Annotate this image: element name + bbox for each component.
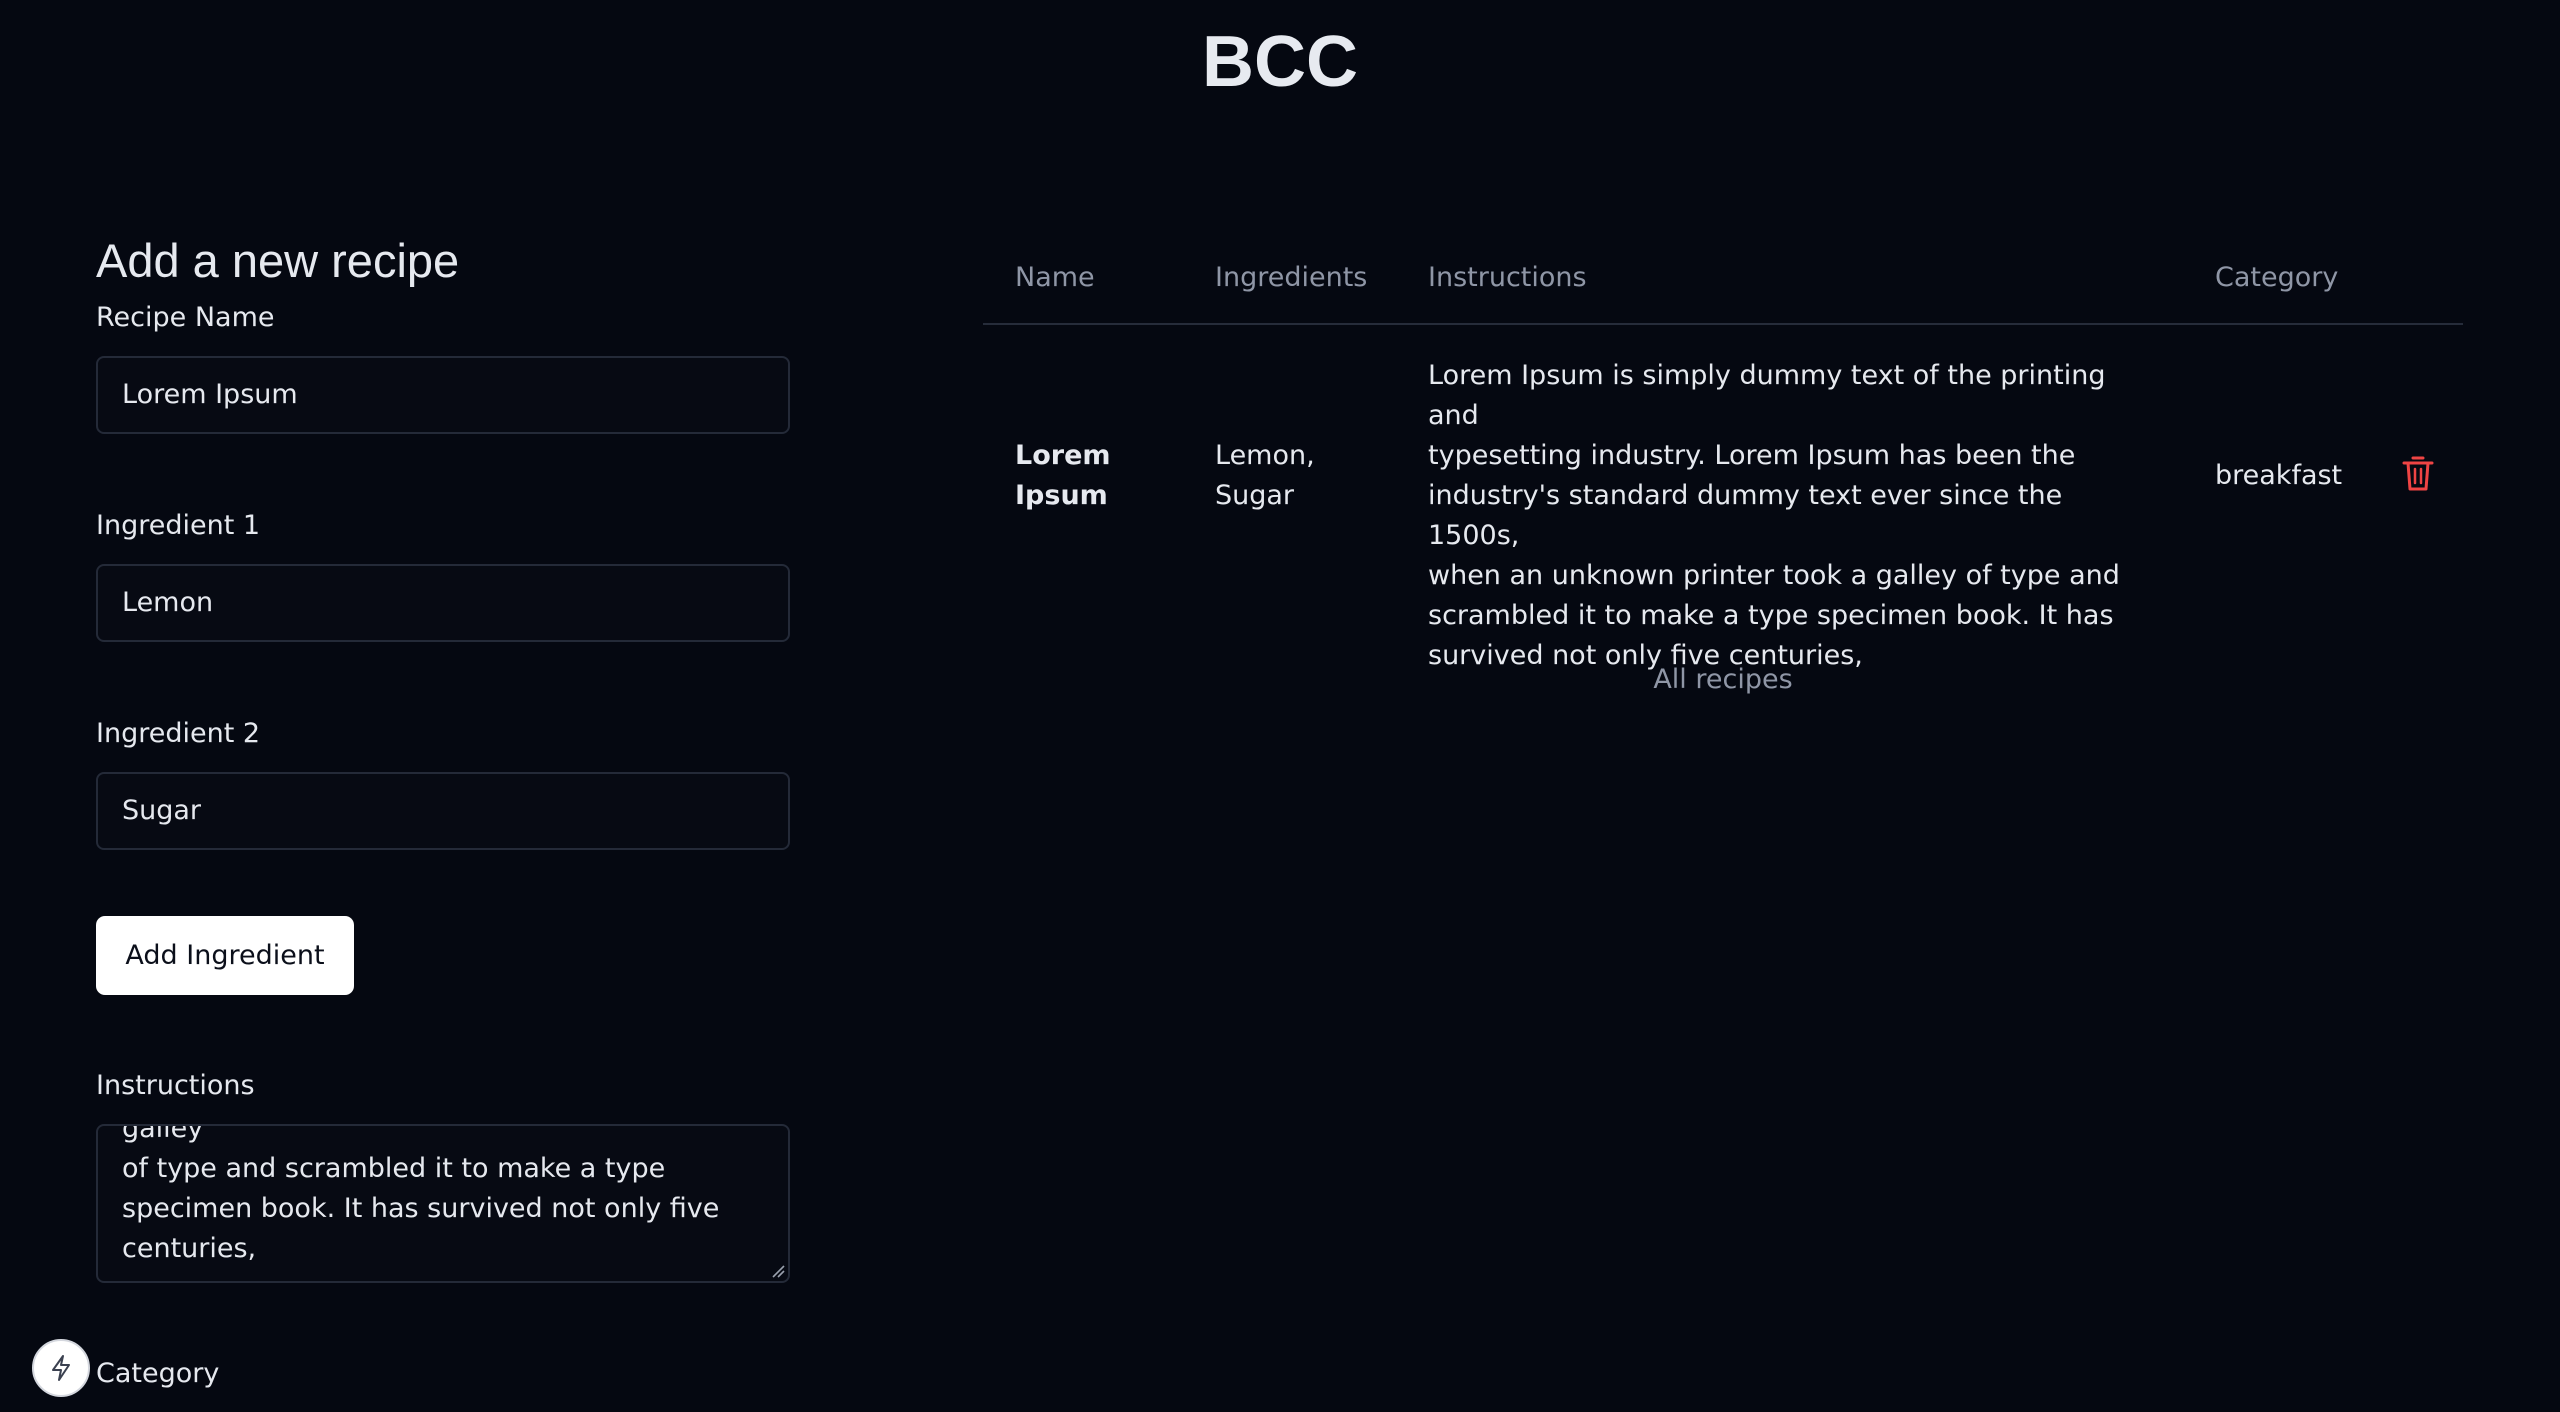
instructions-textarea[interactable]: the 1500s, when an unknown printer took … [96, 1124, 790, 1283]
instructions-cell-line: scrambled it to make a type specimen boo… [1428, 600, 2114, 631]
ingredients-line: Sugar [1215, 480, 1295, 511]
instructions-label: Instructions [96, 1070, 255, 1101]
recipe-name-input[interactable]: Lorem Ipsum [96, 356, 790, 434]
recipe-name-cell: Lorem Ipsum [1015, 436, 1111, 516]
instructions-cell: Lorem Ipsum is simply dummy text of the … [1428, 356, 2148, 676]
ingredient-1-input[interactable]: Lemon [96, 564, 790, 642]
lightning-bolt-icon [52, 1355, 70, 1381]
instructions-line: specimen book. It has survived not only … [122, 1193, 720, 1224]
trash-icon[interactable] [2401, 454, 2435, 492]
instructions-line: of type and scrambled it to make a type [122, 1153, 666, 1184]
resize-handle-icon[interactable] [771, 1264, 785, 1278]
add-ingredient-button[interactable]: Add Ingredient [96, 916, 354, 995]
category-label: Category [96, 1358, 220, 1389]
instructions-cell-line: typesetting industry. Lorem Ipsum has be… [1428, 440, 2076, 471]
floating-badge-button[interactable] [32, 1339, 90, 1397]
instructions-line: centuries, [122, 1233, 257, 1264]
recipe-name-line: Lorem [1015, 440, 1111, 471]
instructions-line: the 1500s, when an unknown printer took … [122, 1124, 204, 1144]
form-heading: Add a new recipe [96, 234, 460, 287]
column-header-instructions: Instructions [1428, 262, 1587, 293]
ingredient-2-input[interactable]: Sugar [96, 772, 790, 850]
header-divider [983, 323, 2463, 325]
column-header-category: Category [2215, 262, 2339, 293]
ingredients-cell: Lemon, Sugar [1215, 436, 1315, 516]
table-caption: All recipes [1653, 664, 1793, 695]
ingredient-1-label: Ingredient 1 [96, 510, 261, 541]
ingredient-2-label: Ingredient 2 [96, 718, 261, 749]
recipe-name-line: Ipsum [1015, 480, 1108, 511]
ingredients-line: Lemon, [1215, 440, 1315, 471]
instructions-cell-line: industry's standard dummy text ever sinc… [1428, 480, 2063, 551]
recipe-name-label: Recipe Name [96, 302, 275, 333]
column-header-name: Name [1015, 262, 1095, 293]
column-header-ingredients: Ingredients [1215, 262, 1368, 293]
instructions-cell-line: Lorem Ipsum is simply dummy text of the … [1428, 360, 2106, 431]
add-recipe-form: Add a new recipe Recipe Name Lorem Ipsum… [96, 0, 792, 1412]
category-cell: breakfast [2215, 460, 2343, 491]
instructions-cell-line: when an unknown printer took a galley of… [1428, 560, 2120, 591]
